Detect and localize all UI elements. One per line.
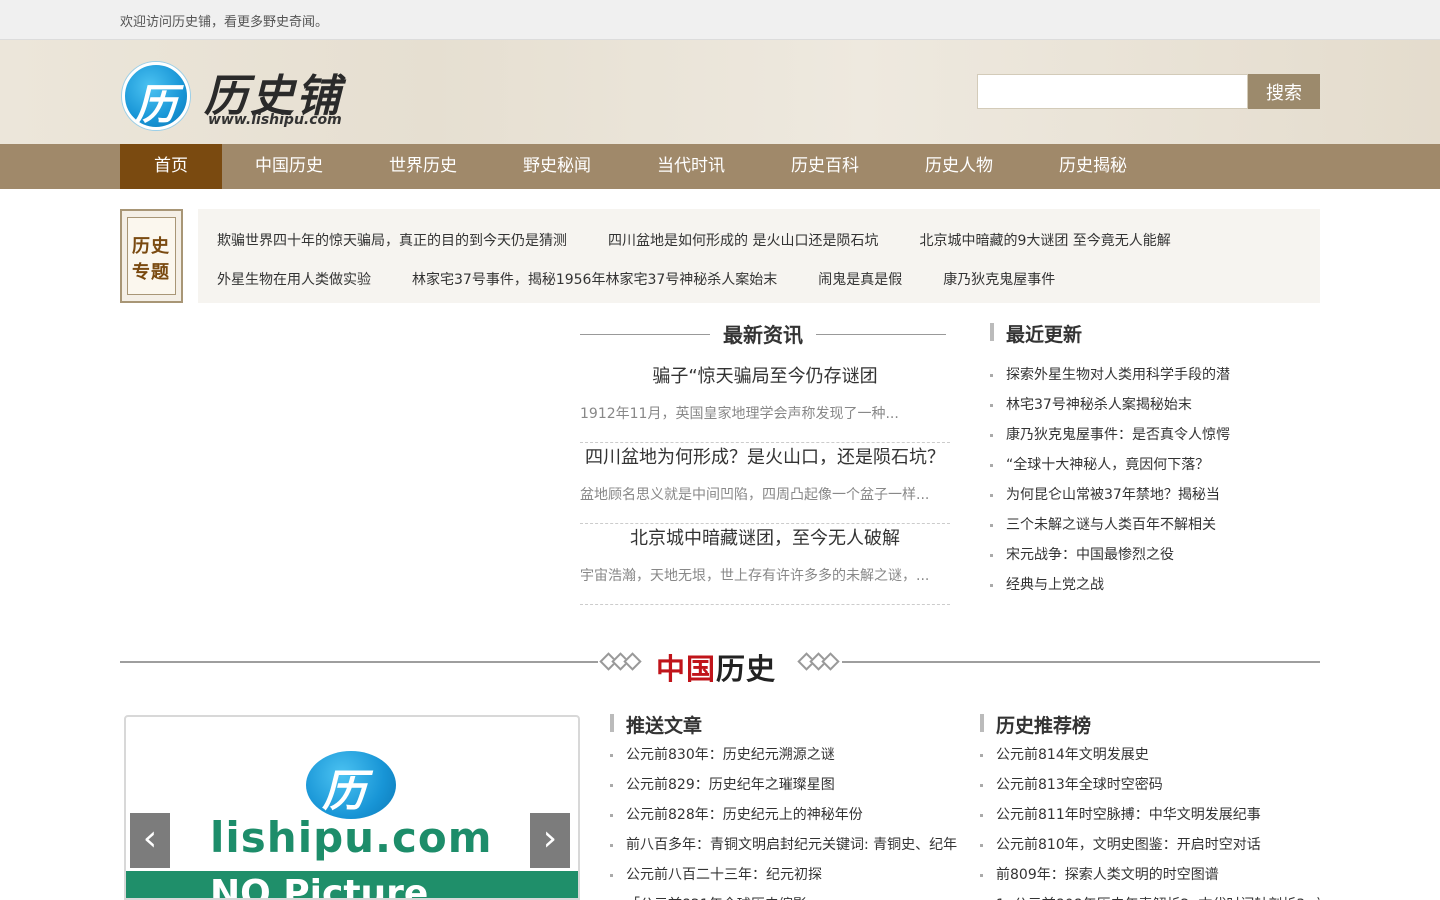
news-title[interactable]: 骗子“惊天骗局至今仍存谜团	[580, 362, 950, 388]
recent-updates-list: 探索外星生物对人类用科学手段的潜 林宅37号神秘杀人案揭秘始末 康乃狄克鬼屋事件…	[990, 360, 1290, 600]
nav-item-current-news[interactable]: 当代时讯	[624, 144, 758, 189]
nav-item-china-history[interactable]: 中国历史	[222, 144, 356, 189]
search-input[interactable]	[977, 74, 1248, 109]
list-item[interactable]: 公元前828年：历史纪元上的神秘年份	[610, 800, 960, 830]
list-item[interactable]: 前八百多年：青铜文明启封纪元关键词: 青铜史、纪年	[610, 830, 960, 860]
top-bar: 欢迎访问历史铺，看更多野史奇闻。	[0, 0, 1440, 40]
history-recommend-header: 历史推荐榜	[980, 711, 1180, 737]
news-summary: 宇宙浩瀚，天地无垠，世上存有许许多多的未解之谜，...	[580, 568, 930, 584]
list-item[interactable]: 林宅37号神秘杀人案揭秘始末	[990, 390, 1290, 420]
site-logo[interactable]: 历 历史铺 www.lishipu.com	[120, 60, 360, 132]
nav-item-unofficial-history[interactable]: 野史秘闻	[490, 144, 624, 189]
search-button[interactable]: 搜索	[1248, 74, 1320, 109]
diamond-ornament-icon	[797, 652, 842, 671]
news-summary: 盆地顾名思义就是中间凹陷，四周凸起像一个盆子一样...	[580, 487, 930, 503]
placeholder-logo-icon: 历	[306, 751, 396, 819]
news-item[interactable]: 北京城中暗藏谜团，至今无人破解 宇宙浩瀚，天地无垠，世上存有许许多多的未解之谜，…	[580, 524, 950, 605]
china-history-divider: 中国历史	[120, 640, 1320, 690]
history-recommend-list: 公元前814年文明发展史 公元前813年全球时空密码 公元前811年时空脉搏：中…	[980, 740, 1320, 900]
history-topics: 历史 专题 欺骗世界四十年的惊天骗局，真正的目的到今天仍是猜测 四川盆地是如何形…	[120, 209, 1320, 303]
list-item[interactable]: 公元前829：历史纪年之璀璨星图	[610, 770, 960, 800]
news-title[interactable]: 四川盆地为何形成？是火山口，还是陨石坑？	[580, 443, 950, 469]
list-item[interactable]: “全球十大神秘人，竟因何下落？	[990, 450, 1290, 480]
list-item[interactable]: 为何昆仑山常被37年禁地？揭秘当	[990, 480, 1290, 510]
search-form: 搜索	[977, 74, 1320, 109]
badge-line-2: 专题	[132, 262, 170, 283]
nav-item-history-revealed[interactable]: 历史揭秘	[1026, 144, 1160, 189]
header: 历 历史铺 www.lishipu.com 搜索	[0, 40, 1440, 144]
nav-item-historical-figures[interactable]: 历史人物	[892, 144, 1026, 189]
list-item[interactable]: 「公元前821年全球历史缩影」	[610, 890, 960, 900]
topic-link[interactable]: 林家宅37号事件，揭秘1956年林家宅37号神秘杀人案始末	[412, 269, 777, 289]
topic-link[interactable]: 欺骗世界四十年的惊天骗局，真正的目的到今天仍是猜测	[217, 230, 567, 250]
badge-line-1: 历史	[132, 236, 170, 257]
topic-link[interactable]: 闹鬼是真是假	[818, 269, 902, 289]
list-item[interactable]: 公元前830年：历史纪元溯源之谜	[610, 740, 960, 770]
topic-link[interactable]: 四川盆地是如何形成的 是火山口还是陨石坑	[608, 230, 878, 250]
push-articles-title: 推送文章	[626, 715, 703, 737]
latest-news-header: 最新资讯	[580, 319, 946, 349]
welcome-text: 欢迎访问历史铺，看更多野史奇闻。	[120, 15, 329, 30]
main-nav: 首页 中国历史 世界历史 野史秘闻 当代时讯 历史百科 历史人物 历史揭秘	[0, 144, 1440, 189]
china-history-title[interactable]: 中国历史	[656, 646, 776, 688]
topics-box: 欺骗世界四十年的惊天骗局，真正的目的到今天仍是猜测 四川盆地是如何形成的 是火山…	[198, 209, 1320, 303]
list-item[interactable]: 三个未解之谜与人类百年不解相关	[990, 510, 1290, 540]
latest-news-title: 最新资讯	[723, 323, 803, 347]
diamond-ornament-icon	[599, 652, 644, 671]
nav-item-home[interactable]: 首页	[120, 144, 222, 189]
placeholder-caption: NO Picture	[210, 873, 429, 900]
list-item[interactable]: 1. 公元前808年历史年表解析2. 古代时间轴剖析3. 关	[980, 890, 1320, 900]
topic-link[interactable]: 外星生物在用人类做实验	[217, 269, 371, 289]
image-slider[interactable]: 历 lishipu.com NO Picture	[124, 715, 580, 900]
topic-link[interactable]: 北京城中暗藏的9大谜团 至今竟无人能解	[919, 230, 1170, 250]
nav-item-history-encyclopedia[interactable]: 历史百科	[758, 144, 892, 189]
list-item[interactable]: 公元前811年时空脉搏：中华文明发展纪事	[980, 800, 1320, 830]
news-title[interactable]: 北京城中暗藏谜团，至今无人破解	[580, 524, 950, 550]
list-item[interactable]: 公元前814年文明发展史	[980, 740, 1320, 770]
history-recommend-title: 历史推荐榜	[996, 715, 1092, 737]
recent-updates-header: 最近更新	[990, 320, 1190, 346]
logo-mark-icon: 历	[122, 62, 190, 130]
list-item[interactable]: 公元前810年，文明史图鉴：开启时空对话	[980, 830, 1320, 860]
list-item[interactable]: 公元前八百二十三年：纪元初探	[610, 860, 960, 890]
list-item[interactable]: 探索外星生物对人类用科学手段的潜	[990, 360, 1290, 390]
topics-badge: 历史 专题	[120, 209, 183, 303]
list-item[interactable]: 公元前813年全球时空密码	[980, 770, 1320, 800]
placeholder-url: lishipu.com	[210, 813, 493, 862]
nav-item-world-history[interactable]: 世界历史	[356, 144, 490, 189]
logo-url: www.lishipu.com	[208, 112, 342, 128]
slider-prev-button[interactable]: ‹	[130, 813, 170, 868]
list-item[interactable]: 宋元战争：中国最惨烈之役	[990, 540, 1290, 570]
list-item[interactable]: 前809年：探索人类文明的时空图谱	[980, 860, 1320, 890]
news-item[interactable]: 四川盆地为何形成？是火山口，还是陨石坑？ 盆地顾名思义就是中间凹陷，四周凸起像一…	[580, 443, 950, 524]
list-item[interactable]: 康乃狄克鬼屋事件：是否真令人惊愕	[990, 420, 1290, 450]
recent-updates-title: 最近更新	[1006, 324, 1083, 346]
push-articles-header: 推送文章	[610, 711, 810, 737]
list-item[interactable]: 经典与上党之战	[990, 570, 1290, 600]
topic-link[interactable]: 康乃狄克鬼屋事件	[943, 269, 1055, 289]
news-summary: 1912年11月，英国皇家地理学会声称发现了一种...	[580, 406, 899, 422]
push-articles-list: 公元前830年：历史纪元溯源之谜 公元前829：历史纪年之璀璨星图 公元前828…	[610, 740, 960, 900]
slider-next-button[interactable]: ›	[530, 813, 570, 868]
news-item[interactable]: 骗子“惊天骗局至今仍存谜团 1912年11月，英国皇家地理学会声称发现了一种..…	[580, 362, 950, 443]
